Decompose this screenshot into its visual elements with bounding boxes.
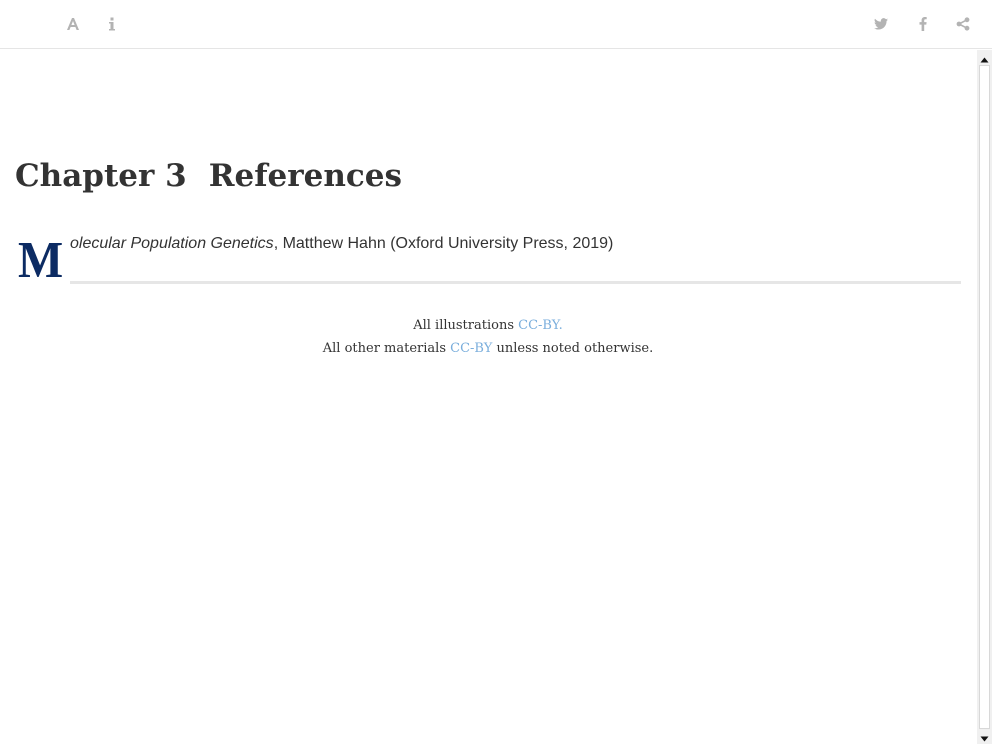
scroll-down-button[interactable] bbox=[977, 729, 992, 744]
share-icon bbox=[956, 17, 970, 31]
chapter-heading: Chapter 3 References bbox=[15, 154, 402, 198]
cc-by-link-illustrations[interactable]: CC-BY. bbox=[518, 318, 563, 333]
reference-entry: olecular Population Genetics, Matthew Ha… bbox=[70, 233, 613, 255]
license-text: All illustrations bbox=[413, 318, 519, 333]
share-button[interactable] bbox=[951, 12, 975, 36]
chapter-title: References bbox=[208, 158, 402, 194]
scrollbar-thumb[interactable] bbox=[979, 65, 990, 729]
info-button[interactable] bbox=[100, 12, 124, 36]
scroll-up-button[interactable] bbox=[977, 50, 992, 65]
facebook-icon bbox=[919, 17, 927, 31]
vertical-scrollbar[interactable] bbox=[977, 50, 992, 744]
license-line-illustrations: All illustrations CC-BY. bbox=[0, 314, 976, 337]
chapter-number: Chapter 3 bbox=[15, 158, 187, 194]
book-content: Chapter 3 References M olecular Populatio… bbox=[0, 50, 977, 744]
reference-book-title: olecular Population Genetics bbox=[70, 235, 274, 252]
reference-divider bbox=[70, 281, 961, 284]
twitter-share-button[interactable] bbox=[869, 12, 893, 36]
arrow-down-icon bbox=[980, 727, 989, 744]
license-text: unless noted otherwise. bbox=[492, 341, 654, 356]
license-text: All other materials bbox=[322, 341, 451, 356]
facebook-share-button[interactable] bbox=[911, 12, 935, 36]
license-line-materials: All other materials CC-BY unless noted o… bbox=[0, 337, 976, 360]
font-settings-icon bbox=[66, 17, 80, 31]
reference-details: , Matthew Hahn (Oxford University Press,… bbox=[273, 235, 614, 252]
drop-cap-letter: M bbox=[18, 232, 63, 289]
top-toolbar bbox=[0, 0, 992, 49]
info-icon bbox=[108, 17, 116, 31]
license-footer: All illustrations CC-BY. All other mater… bbox=[0, 314, 976, 360]
cc-by-link-materials[interactable]: CC-BY bbox=[450, 341, 492, 356]
font-settings-button[interactable] bbox=[61, 12, 85, 36]
twitter-icon bbox=[874, 18, 888, 30]
